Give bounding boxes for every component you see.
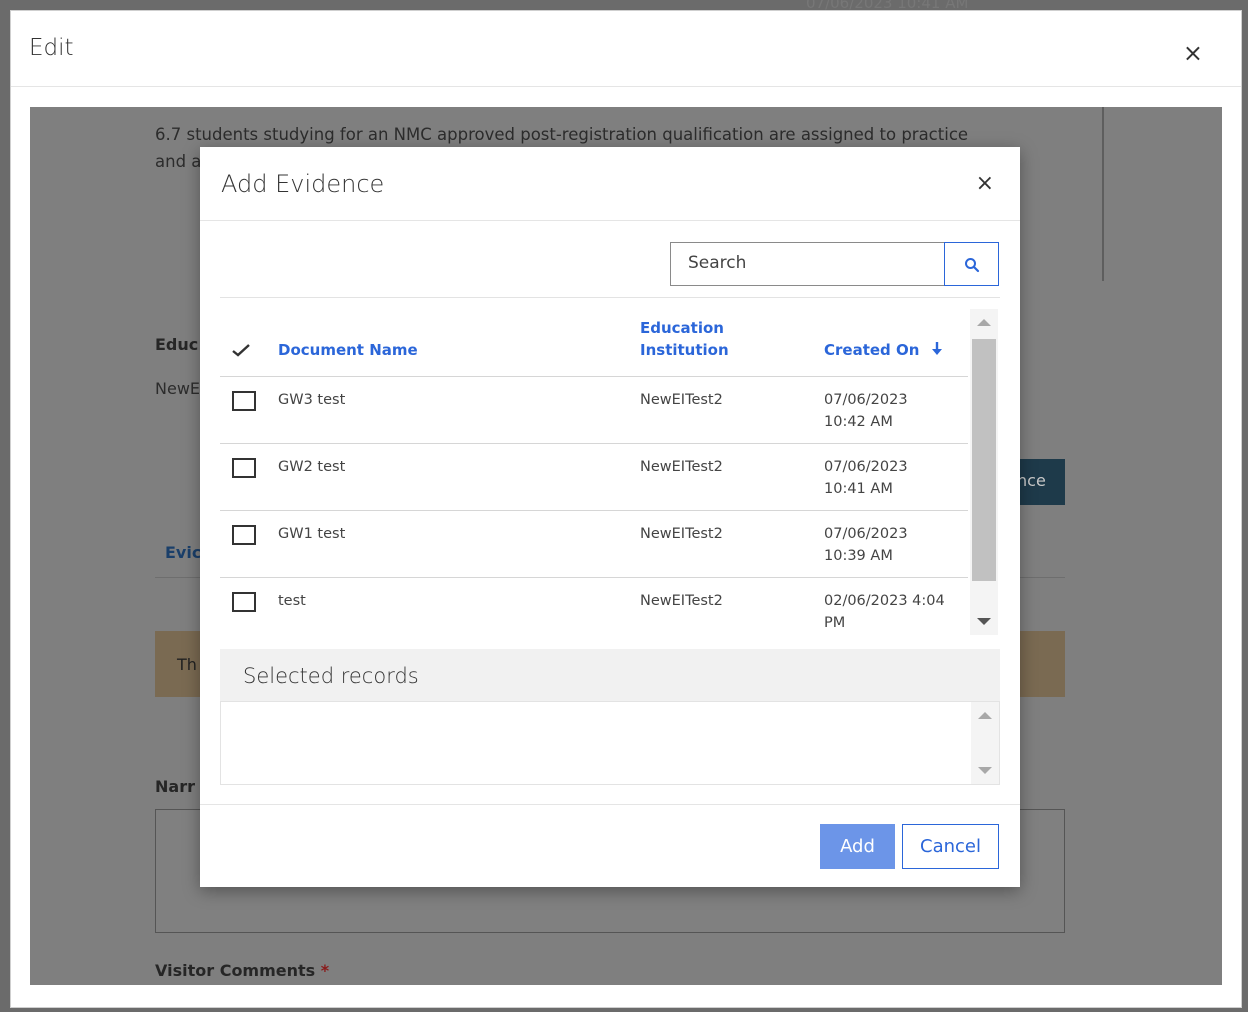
standard-text-line: 6.7 students studying for an NMC approve… (155, 125, 969, 144)
grid-scrollbar[interactable] (970, 309, 998, 635)
alert-text: Th (177, 655, 197, 674)
column-header-created-on-label: Created On (824, 341, 920, 359)
row-checkbox[interactable] (232, 391, 256, 411)
selected-records-list (220, 701, 1000, 785)
divider (1102, 107, 1104, 281)
column-header-education-institution[interactable]: Education Institution (640, 317, 729, 361)
column-header-document-name[interactable]: Document Name (278, 339, 418, 361)
created-on-date: 07/06/2023 (824, 459, 908, 475)
scroll-down-icon[interactable] (977, 618, 991, 625)
created-on-cell: 07/06/2023 10:42 AM (824, 389, 964, 433)
evidence-grid: Document Name Education Institution Crea… (220, 309, 1000, 635)
table-row[interactable]: GW1 test NewEITest2 07/06/2023 10:39 AM (220, 511, 968, 578)
institution-cell: NewEITest2 (640, 526, 723, 542)
institution-cell: NewEITest2 (640, 392, 723, 408)
visitor-comments-label: Visitor Comments * (155, 961, 329, 980)
search-input[interactable]: Search (670, 242, 946, 286)
add-evidence-modal: Add Evidence × Search Document Name Educ… (200, 147, 1020, 887)
created-on-date: 07/06/2023 (824, 392, 908, 408)
created-on-time: 10:41 AM (824, 481, 893, 497)
search-icon (965, 258, 980, 273)
selected-records-header: Selected records (220, 649, 1000, 701)
document-name-cell: GW3 test (278, 392, 346, 408)
modal-close-icon[interactable]: × (976, 173, 994, 195)
scroll-up-icon[interactable] (978, 712, 992, 719)
edit-dialog-close-icon[interactable]: × (1183, 41, 1203, 65)
document-name-cell: test (278, 593, 306, 609)
grid-header: Document Name Education Institution Crea… (220, 309, 968, 377)
tab-evidence[interactable]: Evic (165, 543, 201, 562)
divider (220, 297, 1000, 298)
education-institution-value: NewE (155, 379, 201, 398)
row-checkbox[interactable] (232, 458, 256, 478)
modal-title: Add Evidence (221, 170, 385, 198)
created-on-cell: 07/06/2023 10:39 AM (824, 523, 964, 567)
visitor-comments-label-text: Visitor Comments (155, 961, 316, 980)
column-header-created-on[interactable]: Created On (824, 339, 943, 361)
row-checkbox[interactable] (232, 592, 256, 612)
row-checkbox[interactable] (232, 525, 256, 545)
created-on-cell: 02/06/2023 4:04 PM (824, 590, 964, 634)
selected-records-scrollbar[interactable] (971, 702, 999, 784)
table-row[interactable]: test NewEITest2 02/06/2023 4:04 PM (220, 578, 968, 635)
search-button[interactable] (944, 242, 999, 286)
document-name-cell: GW2 test (278, 459, 346, 475)
narrative-label: Narr (155, 777, 195, 796)
modal-header: Add Evidence × (200, 147, 1020, 221)
required-marker: * (320, 961, 330, 980)
table-row[interactable]: GW2 test NewEITest2 07/06/2023 10:41 AM (220, 444, 968, 511)
education-institution-label: Educ (155, 335, 199, 354)
modal-footer: Add Cancel (200, 804, 1020, 887)
created-on-time: 10:42 AM (824, 414, 893, 430)
scrollbar-thumb[interactable] (972, 339, 996, 581)
selected-records-title: Selected records (243, 664, 419, 688)
created-on-date: 02/06/2023 4:04 (824, 593, 945, 609)
created-on-time: 10:39 AM (824, 548, 893, 564)
created-on-date: 07/06/2023 (824, 526, 908, 542)
scroll-up-icon[interactable] (977, 319, 991, 326)
document-name-cell: GW1 test (278, 526, 346, 542)
sort-descending-icon (931, 342, 942, 355)
institution-cell: NewEITest2 (640, 593, 723, 609)
column-header-line: Education (640, 319, 724, 337)
column-header-line: Institution (640, 341, 729, 359)
add-button[interactable]: Add (820, 824, 895, 869)
created-on-time: PM (824, 615, 846, 631)
select-all-check-icon[interactable] (232, 343, 250, 357)
institution-cell: NewEITest2 (640, 459, 723, 475)
cancel-button[interactable]: Cancel (902, 824, 999, 869)
scroll-down-icon[interactable] (978, 767, 992, 774)
table-row[interactable]: GW3 test NewEITest2 07/06/2023 10:42 AM (220, 377, 968, 444)
created-on-cell: 07/06/2023 10:41 AM (824, 456, 964, 500)
edit-dialog-title: Edit (29, 35, 74, 61)
edit-dialog-header: Edit × (11, 11, 1241, 87)
